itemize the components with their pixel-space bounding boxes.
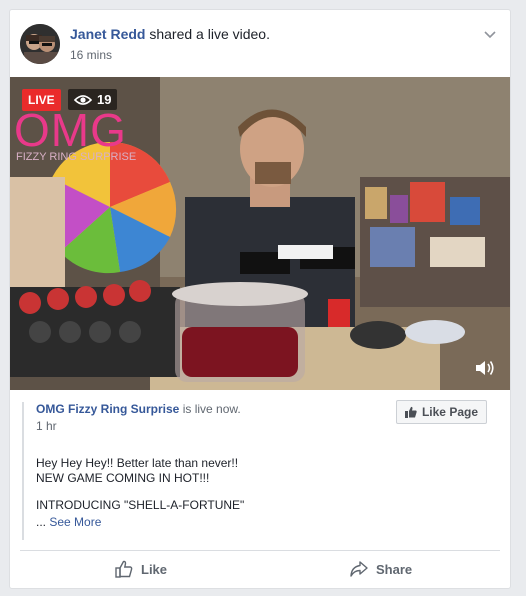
live-status-text: is live now. — [182, 402, 241, 416]
page-name-link[interactable]: OMG Fizzy Ring Surprise — [36, 402, 179, 416]
bowl — [172, 282, 308, 382]
like-page-button[interactable]: Like Page — [395, 400, 487, 424]
post-title: Janet Redd shared a live video. — [70, 26, 270, 42]
brand-overlay: OMG — [14, 104, 127, 156]
post-header: Janet Redd shared a live video. 16 mins — [20, 24, 500, 64]
avatar[interactable] — [20, 24, 60, 64]
message-line-3: INTRODUCING "SHELL-A-FORTUNE" — [36, 498, 245, 512]
brand-overlay-subtitle: FIZZY RING SURPRISE — [16, 151, 137, 163]
message-line-2: NEW GAME COMING IN HOT!!! — [36, 471, 210, 485]
see-more-row: ... See More — [36, 515, 101, 530]
post-action-text: shared a live video. — [149, 26, 270, 42]
like-button[interactable]: Like — [115, 558, 167, 580]
viewer-count: 19 — [68, 89, 118, 110]
shared-post-preview: OMG Fizzy Ring Surprise is live now. 1 h… — [22, 400, 499, 540]
action-divider — [20, 550, 500, 551]
live-badge: LIVE — [22, 89, 61, 111]
see-more-link[interactable]: See More — [49, 515, 101, 529]
plate — [405, 320, 465, 344]
ellipsis: ... — [36, 515, 47, 529]
post-card: Janet Redd shared a live video. 16 mins — [9, 9, 511, 589]
share-arrow-icon — [350, 561, 368, 577]
live-video-player[interactable]: OMG FIZZY RING SURPRISE LIVE 19 — [10, 77, 510, 390]
volume-icon[interactable] — [474, 358, 496, 378]
muffin-tin — [10, 280, 180, 377]
mouse-object — [350, 321, 406, 349]
share-button[interactable]: Share — [350, 558, 412, 580]
thumbs-up-outline-icon — [115, 560, 133, 578]
chevron-down-icon[interactable] — [482, 26, 498, 42]
message-line-1: Hey Hey Hey!! Better late than never!! — [36, 456, 239, 470]
share-label: Share — [376, 561, 413, 577]
shared-timestamp[interactable]: 1 hr — [36, 419, 57, 433]
shelves — [360, 177, 510, 307]
author-link[interactable]: Janet Redd — [70, 26, 145, 42]
shared-source: OMG Fizzy Ring Surprise is live now. — [36, 402, 241, 416]
thumbs-up-icon — [404, 406, 417, 418]
like-page-label: Like Page — [421, 405, 478, 419]
like-label: Like — [141, 561, 168, 577]
viewer-count-value: 19 — [97, 92, 112, 107]
post-timestamp[interactable]: 16 mins — [70, 48, 112, 62]
eye-icon — [74, 94, 92, 105]
red-cup — [328, 299, 350, 327]
